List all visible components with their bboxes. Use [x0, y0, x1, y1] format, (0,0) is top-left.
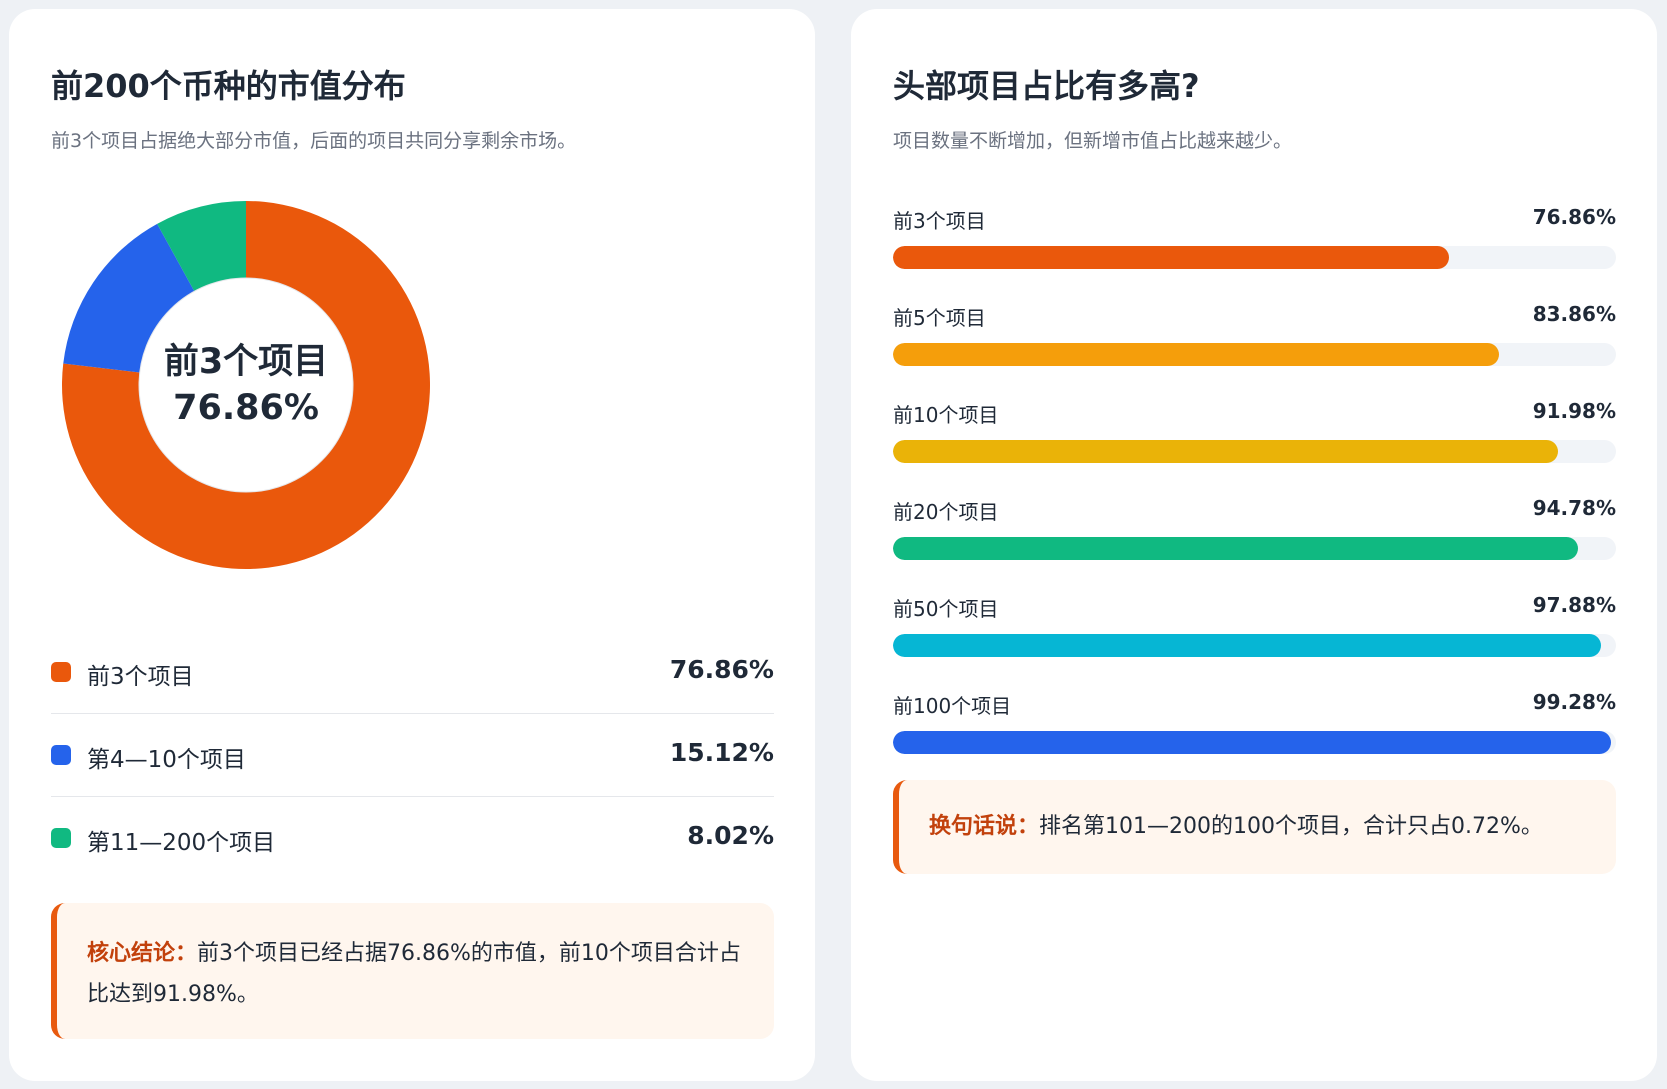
bar-item: 前50个项目 97.88%	[893, 587, 1616, 684]
bar-fill	[893, 537, 1579, 560]
donut-hole	[138, 277, 354, 493]
bar-track	[893, 731, 1616, 754]
legend-value: 8.02%	[687, 821, 774, 850]
legend-row: 前3个项目 76.86%	[51, 631, 774, 714]
market-cap-distribution-card: 前200个币种的市值分布 前3个项目占据绝大部分市值，后面的项目共同分享剩余市场…	[9, 9, 815, 1081]
bar-label: 前20个项目	[893, 500, 999, 524]
legend-row: 第4—10个项目 15.12%	[51, 714, 774, 797]
bar-label: 前10个项目	[893, 403, 999, 427]
bar-fill	[893, 343, 1500, 366]
legend-value: 76.86%	[669, 655, 774, 684]
legend-label: 第4—10个项目	[87, 747, 246, 773]
bar-item: 前10个项目 91.98%	[893, 393, 1616, 490]
legend-swatch	[51, 662, 71, 682]
card-subtitle: 前3个项目占据绝大部分市值，后面的项目共同分享剩余市场。	[51, 130, 577, 152]
bar-item: 前5个项目 83.86%	[893, 296, 1616, 393]
bar-track	[893, 634, 1616, 657]
page-title: 前200个币种的市值分布	[51, 67, 406, 105]
bar-item: 前20个项目 94.78%	[893, 490, 1616, 587]
bar-value: 83.86%	[1532, 302, 1616, 326]
bar-label: 前5个项目	[893, 306, 986, 330]
bar-label: 前100个项目	[893, 694, 1012, 718]
bar-value: 76.86%	[1532, 205, 1616, 229]
legend-value: 15.12%	[669, 738, 774, 767]
top-share-card: 头部项目占比有多高? 项目数量不断增加，但新增市值占比越来越少。 前3个项目 76…	[851, 9, 1657, 1081]
in-other-words-note: 换句话说：排名第101—200的100个项目，合计只占0.72%。	[893, 780, 1616, 874]
donut-legend: 前3个项目 76.86% 第4—10个项目 15.12% 第11—200个项目 8.02%	[51, 631, 774, 880]
bar-label: 前50个项目	[893, 597, 999, 621]
legend-label: 前3个项目	[87, 664, 194, 690]
core-conclusion-note: 核心结论：前3个项目已经占据76.86%的市值，前10个项目合计占比达到91.9…	[51, 903, 774, 1039]
bar-value: 97.88%	[1532, 593, 1616, 617]
bar-item: 前100个项目 99.28%	[893, 684, 1616, 781]
cumulative-share-bars: 前3个项目 76.86% 前5个项目 83.86% 前10个项目 91.98% 前20个项目…	[893, 199, 1616, 781]
bar-fill	[893, 731, 1611, 754]
card-subtitle: 项目数量不断增加，但新增市值占比越来越少。	[893, 130, 1293, 152]
bar-value: 99.28%	[1532, 690, 1616, 714]
legend-swatch	[51, 828, 71, 848]
card-title: 头部项目占比有多高?	[893, 67, 1200, 105]
bar-value: 91.98%	[1532, 399, 1616, 423]
bar-fill	[893, 634, 1601, 657]
note-key: 换句话说：	[929, 814, 1040, 839]
donut-chart	[62, 201, 431, 569]
bar-fill	[893, 440, 1558, 463]
bar-fill	[893, 246, 1449, 269]
bar-track	[893, 343, 1616, 366]
bar-label: 前3个项目	[893, 209, 986, 233]
legend-swatch	[51, 745, 71, 765]
bar-track	[893, 440, 1616, 463]
bar-item: 前3个项目 76.86%	[893, 199, 1616, 296]
bar-track	[893, 246, 1616, 269]
note-text: 排名第101—200的100个项目，合计只占0.72%。	[1039, 814, 1543, 839]
legend-label: 第11—200个项目	[87, 830, 276, 856]
note-key: 核心结论：	[87, 941, 198, 966]
bar-value: 94.78%	[1532, 496, 1616, 520]
legend-row: 第11—200个项目 8.02%	[51, 797, 774, 880]
bar-track	[893, 537, 1616, 560]
